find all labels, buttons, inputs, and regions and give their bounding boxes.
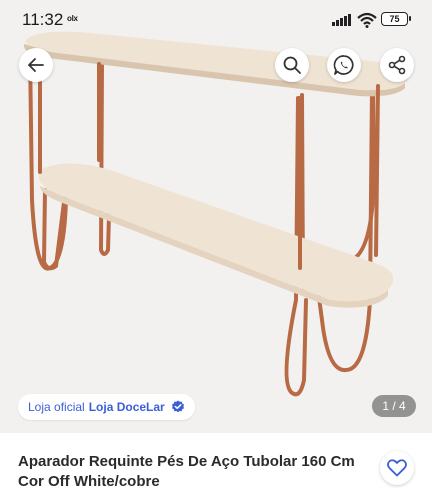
store-badge-prefix: Loja oficial bbox=[28, 400, 85, 414]
share-icon bbox=[388, 55, 406, 75]
status-time: 11:32 bbox=[22, 10, 64, 29]
official-store-badge[interactable]: Loja oficial Loja DoceLar bbox=[18, 394, 195, 420]
product-title: Aparador Requinte Pés De Aço Tubolar 160… bbox=[18, 453, 355, 490]
status-bar: 11:32 olx 75 bbox=[0, 0, 432, 40]
search-button[interactable] bbox=[275, 48, 309, 82]
share-button[interactable] bbox=[380, 48, 414, 82]
verified-check-icon bbox=[171, 400, 185, 414]
favorite-button[interactable] bbox=[380, 451, 414, 485]
signal-icon bbox=[332, 14, 351, 26]
search-icon bbox=[283, 56, 301, 74]
store-name: Loja DoceLar bbox=[88, 400, 165, 414]
whatsapp-icon bbox=[333, 55, 354, 75]
arrow-left-icon bbox=[28, 58, 44, 72]
back-button[interactable] bbox=[19, 48, 53, 82]
olx-notification-icon: olx bbox=[67, 14, 78, 23]
heart-icon bbox=[387, 459, 407, 477]
whatsapp-button[interactable] bbox=[327, 48, 361, 82]
image-page-counter: 1 / 4 bbox=[372, 395, 416, 417]
product-info: Aparador Requinte Pés De Aço Tubolar 160… bbox=[0, 433, 432, 500]
battery-indicator: 75 bbox=[381, 12, 411, 26]
product-image bbox=[0, 0, 432, 433]
wifi-icon bbox=[357, 12, 377, 28]
product-image-gallery[interactable]: 11:32 olx 75 Loja oficial Loja DoceLar 1… bbox=[0, 0, 432, 433]
